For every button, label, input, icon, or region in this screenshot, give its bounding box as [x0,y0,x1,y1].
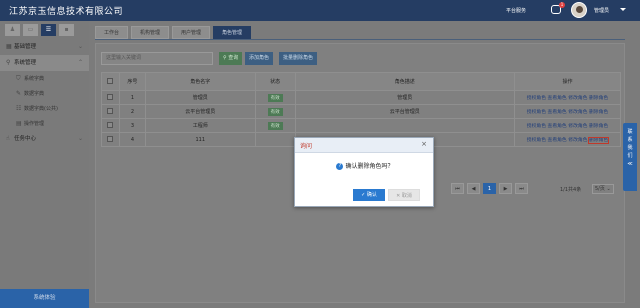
grant-role-link[interactable]: 授权角色 [527,110,546,115]
chevron-down-icon: ⌄ [77,135,83,142]
col-state: 状态 [254,72,296,91]
top-bar: 江苏京玉信息技术有限公司 平台服务 1 管理员 [0,0,640,21]
row-actions: 授权角色 查看角色 修改角色 删除角色 [514,104,621,119]
shield-icon: ⛉ [16,75,21,82]
chevron-up-icon: ⌃ [77,59,83,66]
sidebar-item-basic[interactable]: ▦ 基础管理 ⌄ [0,39,89,55]
grant-role-link[interactable]: 授权角色 [527,138,546,143]
table-header: 序号 角色名字 状态 角色描述 操作 [101,72,621,91]
tab-divider [95,39,625,40]
tab-bar: 工作台 机构管理 用户管理 角色管理 [95,26,252,39]
delete-role-link[interactable]: 删除角色 [589,124,608,129]
hand-icon: ☝ [6,135,10,142]
sidebar-toolbar: ♟ ▭ ☰ ▪ [5,24,74,36]
table-row: 2 云平台管理员 有效 云平台管理员 授权角色 查看角色 修改角色 删除角色 [101,104,621,119]
user-name[interactable]: 管理员 [594,7,609,14]
dialog-message: ? 确认删除角色吗？ [295,161,435,170]
chevron-down-icon[interactable] [620,8,626,11]
grant-role-link[interactable]: 授权角色 [527,96,546,101]
tab-users[interactable]: 用户管理 [172,26,211,39]
confirm-dialog: 询问 × ? 确认删除角色吗？ ✓ 确认 ✕ 取消 [294,137,434,207]
close-icon[interactable]: × [421,140,427,148]
select-all-checkbox[interactable] [101,72,120,91]
view-role-link[interactable]: 查看角色 [548,124,567,129]
table-icon: ▤ [16,120,22,127]
row-actions: 授权角色 查看角色 修改角色 删除角色 [514,132,621,147]
user-icon[interactable]: ♟ [5,24,20,36]
system-experience-button[interactable]: 系统体验 [0,289,89,308]
last-page-button[interactable]: ⏭ [515,183,528,194]
view-role-link[interactable]: 查看角色 [548,138,567,143]
next-page-button[interactable]: ▶ [499,183,512,194]
role-table: 序号 角色名字 状态 角色描述 操作 1 管理员 有效 管理员 授权角色 查看角… [101,72,621,147]
page-info: 1/1共4条 [560,187,582,193]
status-badge: 有效 [267,121,283,130]
cancel-button[interactable]: ✕ 取消 [388,189,420,201]
delete-role-link[interactable]: 删除角色 [587,137,610,144]
grant-role-link[interactable]: 授权角色 [527,124,546,129]
confirm-button[interactable]: ✓ 确认 [353,189,385,201]
query-button[interactable]: ⚲ 查询 [219,52,243,65]
tab-workbench[interactable]: 工作台 [95,26,129,39]
col-desc: 角色描述 [294,72,516,91]
edit-role-link[interactable]: 修改角色 [568,124,587,129]
add-role-button[interactable]: 添加角色 [245,52,274,65]
row-checkbox[interactable] [101,118,120,133]
row-actions: 授权角色 查看角色 修改角色 删除角色 [514,90,621,105]
grid-icon: ▦ [6,43,12,50]
search-input[interactable]: 这里输入关键词 [101,52,213,65]
status-badge: 有效 [267,107,283,116]
edit-role-link[interactable]: 修改角色 [568,96,587,101]
tab-roles[interactable]: 角色管理 [213,26,252,39]
chevron-down-icon: ⌄ [77,43,83,50]
avatar[interactable] [571,2,587,18]
col-ops: 操作 [514,72,621,91]
batch-delete-button[interactable]: 批量删除角色 [279,52,318,65]
edit-role-link[interactable]: 修改角色 [568,110,587,115]
sidebar: ♟ ▭ ☰ ▪ ▦ 基础管理 ⌄ ⚲ 系统管理 ⌃ ⛉ 系统字典 ✎ 数据字典 ☷ 数据字… [0,21,89,308]
tab-org[interactable]: 机构管理 [131,26,170,39]
row-checkbox[interactable] [101,104,120,119]
brand-title: 江苏京玉信息技术有限公司 [9,7,124,17]
page-size-select[interactable]: 5/页 ⌄ [592,184,614,194]
sidebar-item-system[interactable]: ⚲ 系统管理 ⌃ [0,55,89,71]
pagination: ⏮ ◀ 1 ▶ ⏭ [451,183,528,194]
chevron-left-icon: ≪ [627,161,633,167]
first-page-button[interactable]: ⏮ [451,183,464,194]
sidebar-item-data-dict-public[interactable]: ☷ 数据字典(公共) [0,101,89,116]
sidebar-item-system-dict[interactable]: ⛉ 系统字典 [0,71,89,86]
dialog-title: 询问 [300,143,313,150]
list-icon: ☷ [16,105,22,112]
sidebar-item-data-dict[interactable]: ✎ 数据字典 [0,86,89,101]
sidebar-menu: ▦ 基础管理 ⌄ ⚲ 系统管理 ⌃ ⛉ 系统字典 ✎ 数据字典 ☷ 数据字典(公共) ▤ 操… [0,39,89,147]
row-checkbox[interactable] [101,90,120,105]
prev-page-button[interactable]: ◀ [467,183,480,194]
question-icon: ? [336,163,344,170]
col-name: 角色名字 [144,72,256,91]
monitor-icon[interactable]: ▭ [23,24,38,36]
page-button[interactable]: 1 [483,183,496,194]
table-row: 1 管理员 有效 管理员 授权角色 查看角色 修改角色 删除角色 [101,90,621,105]
delete-role-link[interactable]: 删除角色 [589,110,608,115]
sidebar-item-task-center[interactable]: ☝ 任务中心 ⌄ [0,131,89,147]
pen-icon: ✎ [16,90,22,97]
view-role-link[interactable]: 查看角色 [548,96,567,101]
col-index: 序号 [118,72,146,91]
contact-us-drawer[interactable]: 联 系 我 们 ≪ [623,123,637,191]
edit-role-link[interactable]: 修改角色 [568,138,587,143]
settings-icon[interactable]: ▪ [59,24,74,36]
row-checkbox[interactable] [101,132,120,147]
delete-role-link[interactable]: 删除角色 [589,96,608,101]
platform-service-link[interactable]: 平台服务 [506,7,526,14]
status-badge: 有效 [267,93,283,102]
list-icon[interactable]: ☰ [41,24,56,36]
dialog-header: 询问 × [295,138,433,153]
row-actions: 授权角色 查看角色 修改角色 删除角色 [514,118,621,133]
table-row: 3 工程师 有效 授权角色 查看角色 修改角色 删除角色 [101,118,621,133]
search-icon: ⚲ [6,59,11,66]
view-role-link[interactable]: 查看角色 [548,110,567,115]
sidebar-item-operations[interactable]: ▤ 操作管理 [0,116,89,131]
message-badge: 1 [559,2,565,8]
